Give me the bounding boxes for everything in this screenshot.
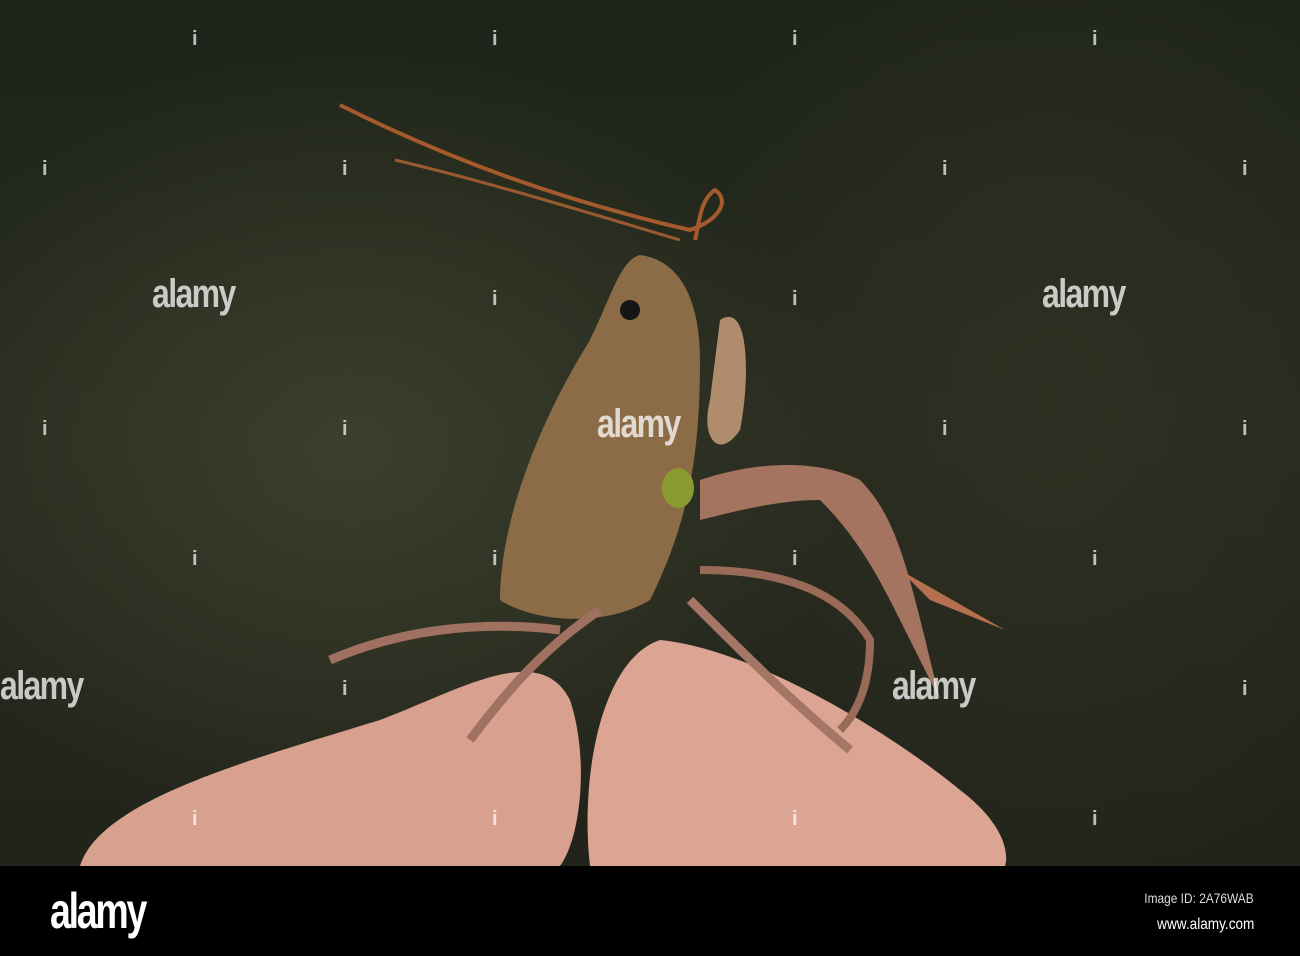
cheliped	[707, 316, 746, 445]
watermark-mark: i	[1092, 28, 1098, 50]
watermark-mark: i	[792, 28, 798, 50]
watermark-mark: i	[342, 678, 348, 700]
watermark-mark: i	[792, 808, 798, 830]
watermark-mark: i	[42, 158, 48, 180]
watermark-mark: i	[192, 28, 198, 50]
antenna	[394, 158, 681, 242]
watermark-text: alamy	[1042, 272, 1126, 316]
site-url: www.alamy.com	[1156, 916, 1254, 933]
image-id: Image ID: 2A76WAB	[1144, 890, 1254, 906]
watermark-mark: i	[192, 808, 198, 830]
antenna	[339, 103, 724, 241]
watermark-mark: i	[492, 288, 498, 310]
watermark-mark: i	[342, 418, 348, 440]
crayfish-photo: alamy alamy alamy alamy alamy i i i i i …	[0, 0, 1300, 866]
watermark-mark: i	[942, 418, 948, 440]
watermark-mark: i	[492, 808, 498, 830]
footer-bar: alamy Image ID: 2A76WAB www.alamy.com	[0, 866, 1300, 956]
watermark-text: alamy	[152, 272, 236, 316]
watermark-mark: i	[492, 548, 498, 570]
watermark-mark: i	[1092, 548, 1098, 570]
watermark-mark: i	[1242, 678, 1248, 700]
watermark-mark: i	[1092, 808, 1098, 830]
watermark-mark: i	[1242, 418, 1248, 440]
leg	[328, 621, 561, 665]
watermark-text: alamy	[597, 402, 681, 446]
watermark-text: alamy	[892, 664, 976, 708]
alamy-logo: alamy	[50, 883, 147, 939]
eye	[620, 300, 640, 320]
watermark-mark: i	[792, 288, 798, 310]
watermark-mark: i	[942, 158, 948, 180]
watermark-mark: i	[1242, 158, 1248, 180]
green-spot	[662, 468, 694, 508]
watermark-mark: i	[42, 418, 48, 440]
watermark-mark: i	[492, 28, 498, 50]
watermark-mark: i	[792, 548, 798, 570]
watermark-mark: i	[192, 548, 198, 570]
watermark-text: alamy	[0, 664, 84, 708]
watermark-mark: i	[342, 158, 348, 180]
